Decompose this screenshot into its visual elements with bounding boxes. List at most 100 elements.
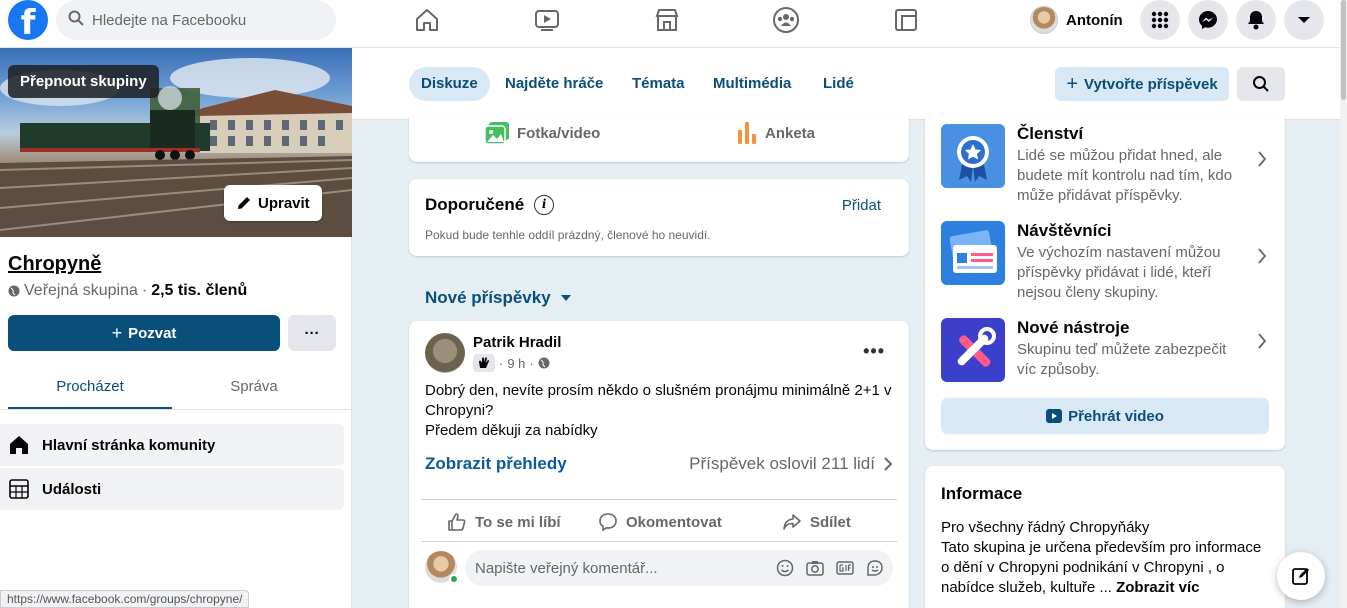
notifications-button[interactable] (1236, 0, 1276, 40)
sort-posts-dropdown[interactable]: Nové příspěvky (425, 288, 571, 308)
camera-icon[interactable] (805, 558, 825, 578)
post-meta: · 9 h · (473, 354, 550, 372)
info-icon[interactable]: i (534, 195, 555, 215)
tab-find-players[interactable]: Najděte hráče (493, 67, 615, 101)
share-label: Sdílet (810, 513, 851, 531)
privacy-label: Veřejná skupina (24, 282, 138, 299)
post-options-button[interactable]: ••• (863, 341, 885, 362)
wave-badge-icon (473, 354, 495, 372)
gaming-icon[interactable] (888, 4, 924, 36)
poll-button[interactable]: Anketa (737, 122, 815, 144)
create-post-button[interactable]: + Vytvořte příspěvek (1055, 67, 1229, 101)
emoji-icon[interactable] (775, 558, 795, 578)
switch-groups-button[interactable]: Přepnout skupiny (8, 65, 159, 98)
caret-down-icon (1298, 17, 1310, 23)
about-card: Informace Pro všechny řádný Chropyňáky T… (925, 466, 1285, 608)
messenger-button[interactable] (1188, 0, 1228, 40)
tab-discussion[interactable]: Diskuze (409, 67, 490, 101)
home-icon (10, 436, 28, 454)
edit-label: Upravit (258, 194, 310, 212)
feature-membership[interactable]: Členství Lidé se můžou přidat hned, ale … (941, 124, 1271, 204)
more-options-button[interactable]: ··· (288, 315, 336, 351)
meta-separator: · (141, 282, 148, 299)
group-search-button[interactable] (1237, 67, 1285, 101)
recommended-title: Doporučené (425, 195, 525, 214)
recommended-card: Doporučené i Přidat Pokud bude tenhle od… (409, 179, 909, 256)
sticker-icon[interactable] (865, 558, 885, 578)
feature-title: Členství (1017, 124, 1084, 143)
marketplace-icon[interactable] (649, 4, 685, 36)
group-name[interactable]: Chropyně (8, 253, 101, 276)
sort-label: Nové příspěvky (425, 288, 551, 307)
sidebar-item-community-home[interactable]: Hlavní stránka komunity (0, 424, 344, 466)
tools-icon (941, 318, 1005, 382)
create-post-label: Vytvořte příspěvek (1084, 75, 1218, 93)
search-input[interactable] (92, 11, 322, 29)
sidebar-tabs: Procházet Správa (8, 368, 344, 410)
comment-tools (775, 558, 885, 578)
feature-promo-card: Členství Lidé se můžou přidat hned, ale … (925, 116, 1285, 450)
edit-cover-button[interactable]: Upravit (224, 185, 322, 221)
new-message-button[interactable] (1277, 552, 1325, 600)
add-recommended-link[interactable]: Přidat (842, 197, 881, 214)
member-count[interactable]: 2,5 tis. členů (151, 282, 247, 300)
post-time[interactable]: 9 h (507, 356, 525, 371)
search-icon (1253, 76, 1269, 92)
post-reach[interactable]: Příspěvek oslovil 211 lidí (689, 454, 893, 474)
chevron-right-icon (1257, 148, 1267, 174)
video-icon (1046, 409, 1063, 423)
feature-title: Nové nástroje (1017, 318, 1130, 337)
gif-icon[interactable] (835, 558, 855, 578)
visitors-cards-icon (941, 221, 1005, 285)
show-more-link[interactable]: Zobrazit víc (1116, 579, 1199, 596)
search-icon (68, 10, 84, 30)
tab-topics[interactable]: Témata (620, 67, 697, 101)
avatar (1030, 6, 1058, 34)
account-menu-button[interactable] (1284, 0, 1324, 40)
caret-down-icon (560, 294, 571, 301)
divider (421, 541, 897, 542)
home-icon[interactable] (409, 4, 445, 36)
comment-icon (599, 513, 617, 532)
about-text: Pro všechny řádný Chropyňáky Tato skupin… (941, 518, 1271, 598)
author-avatar[interactable] (425, 333, 465, 373)
post-author[interactable]: Patrik Hradil (473, 334, 561, 351)
groups-icon[interactable] (768, 4, 804, 36)
invite-button[interactable]: + Pozvat (8, 315, 280, 351)
chevron-right-icon (1257, 245, 1267, 271)
comment-box[interactable] (465, 550, 893, 586)
reach-label: Příspěvek oslovil 211 lidí (689, 454, 875, 473)
menu-grid-button[interactable] (1140, 0, 1180, 40)
play-video-button[interactable]: Přehrát video (941, 398, 1269, 434)
globe-icon (538, 357, 550, 369)
facebook-logo[interactable]: f (8, 0, 48, 40)
comment-input[interactable] (475, 559, 775, 577)
meta-separator: · (499, 355, 504, 371)
post-card: Patrik Hradil · 9 h · ••• Dobrý den, nev… (409, 321, 909, 608)
plus-icon: + (1066, 72, 1078, 95)
tab-people[interactable]: Lidé (811, 67, 866, 101)
scrollbar-thumb[interactable] (1341, 0, 1346, 100)
view-insights-link[interactable]: Zobrazit přehledy (425, 454, 567, 474)
photo-video-button[interactable]: Fotka/video (485, 122, 600, 144)
comment-button[interactable]: Okomentovat (598, 512, 722, 532)
tab-media[interactable]: Multimédia (701, 67, 803, 101)
sidebar-item-label: Hlavní stránka komunity (42, 436, 216, 454)
tab-browse[interactable]: Procházet (8, 368, 172, 410)
sidebar-item-events[interactable]: Události (0, 468, 344, 510)
like-button[interactable]: To se mi líbí (447, 512, 561, 532)
feature-visitors[interactable]: Návštěvníci Ve výchozím nastavení můžou … (941, 221, 1271, 301)
bell-icon (1248, 11, 1264, 30)
share-button[interactable]: Sdílet (782, 512, 851, 532)
watch-icon[interactable] (529, 4, 565, 36)
play-video-label: Přehrát video (1068, 407, 1164, 425)
feature-new-tools[interactable]: Nové nástroje Skupinu teď můžete zabezpe… (941, 318, 1271, 388)
search-bar[interactable] (56, 0, 336, 40)
poll-label: Anketa (765, 124, 816, 142)
profile-chip[interactable]: Antonín (1030, 4, 1123, 36)
about-title: Informace (941, 484, 1023, 503)
post-text-line: Předem děkuji za nabídky (425, 422, 598, 439)
tab-manage[interactable]: Správa (172, 368, 336, 410)
group-tab-bar: Diskuze Najděte hráče Témata Multimédia … (352, 48, 1340, 120)
left-sidebar: Přepnout skupiny Upravit Chropyně Veřejn… (0, 48, 352, 608)
